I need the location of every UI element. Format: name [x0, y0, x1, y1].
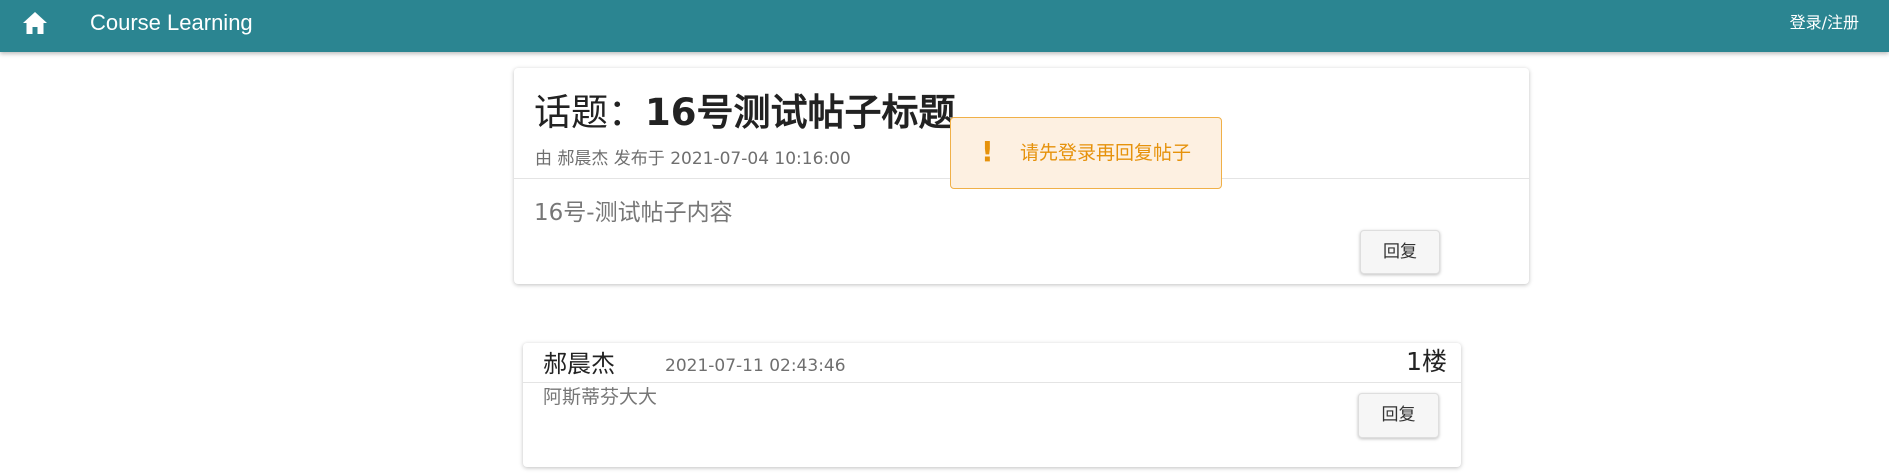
topic-meta: 由 郝晨杰 发布于 2021-07-04 10:16:00	[535, 149, 851, 169]
warning-icon: !	[981, 135, 994, 168]
topic-title-text: 16号测试帖子标题	[645, 91, 956, 134]
topic-content: 16号-测试帖子内容	[534, 200, 733, 226]
reply-author: 郝晨杰	[543, 350, 615, 378]
reply-card: 郝晨杰 2021-07-11 02:43:46 1楼 阿斯蒂芬大大 回复	[523, 343, 1461, 467]
reply-content: 阿斯蒂芬大大	[543, 386, 658, 408]
topic-title-prefix: 话题：	[534, 91, 645, 134]
reply-time: 2021-07-11 02:43:46	[665, 356, 846, 376]
home-icon[interactable]	[22, 11, 48, 35]
reply-button[interactable]: 回复	[1358, 393, 1439, 438]
toast-message: 请先登录再回复帖子	[1020, 142, 1192, 164]
divider	[523, 382, 1461, 383]
app-title[interactable]: Course Learning	[90, 9, 253, 37]
warning-toast: ! 请先登录再回复帖子	[950, 117, 1222, 189]
topic-reply-button[interactable]: 回复	[1360, 230, 1440, 274]
topic-title: 话题：16号测试帖子标题	[534, 90, 956, 136]
top-app-bar: Course Learning 登录/注册	[0, 0, 1889, 52]
login-register-link[interactable]: 登录/注册	[1790, 12, 1859, 34]
reply-floor-number: 1楼	[1406, 347, 1447, 376]
